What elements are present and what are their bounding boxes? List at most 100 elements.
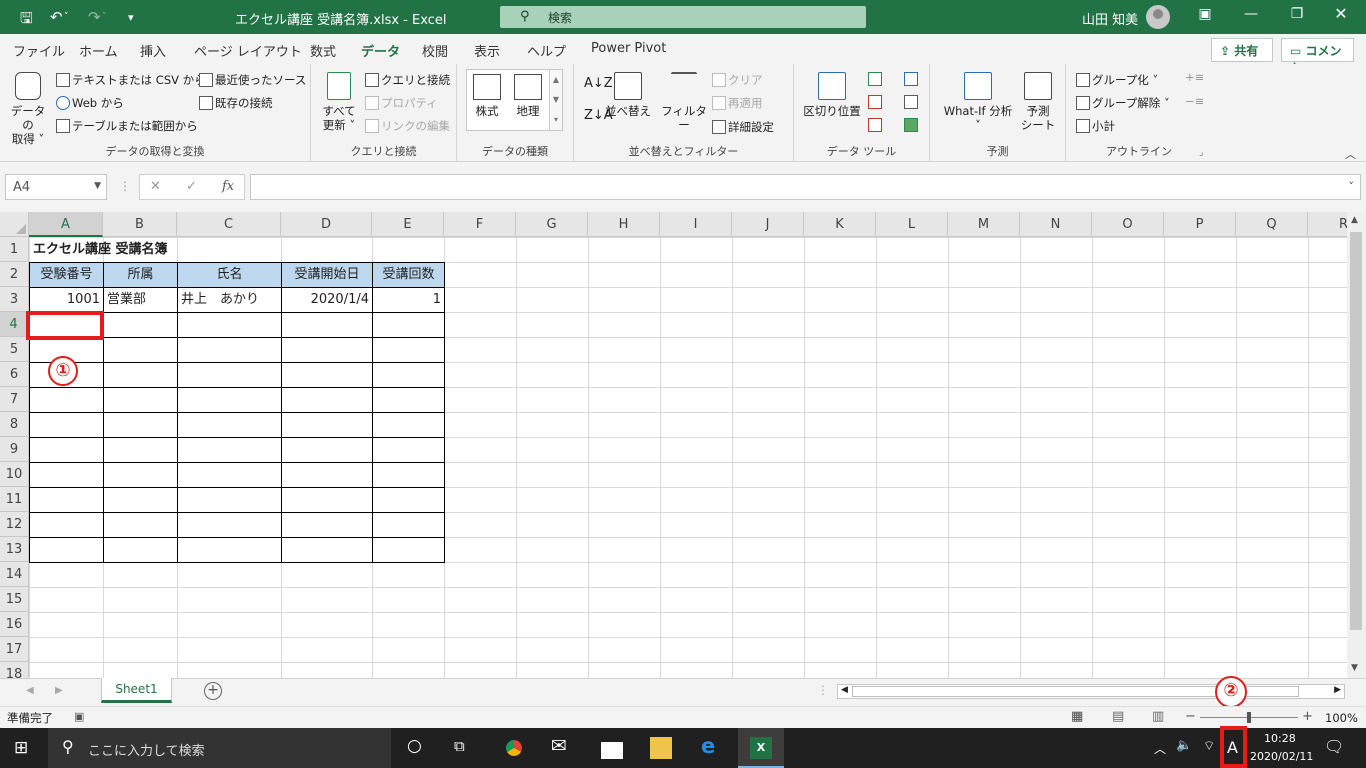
cell-e13[interactable] [372,537,445,563]
customize-qat-icon[interactable]: ▾ [128,11,134,24]
tab-power-pivot[interactable]: Power Pivot [591,41,666,56]
insert-function-icon[interactable]: fx [222,179,234,194]
add-sheet-icon[interactable]: + [204,682,222,700]
row-header-12[interactable]: 12 [0,512,29,537]
mail-icon[interactable]: ✉ [551,735,567,757]
relationships-icon[interactable] [904,95,918,109]
cell-b9[interactable] [103,437,178,463]
row-header-9[interactable]: 9 [0,437,29,462]
column-header-d[interactable]: D [281,212,372,237]
row-header-14[interactable]: 14 [0,562,29,587]
cell-b10[interactable] [103,462,178,488]
cell-a9[interactable] [29,437,104,463]
notifications-icon[interactable]: 🗨 [1324,737,1344,756]
page-layout-view-icon[interactable]: ▤ [1112,709,1124,724]
cell-e6[interactable] [372,362,445,388]
edge-icon[interactable]: e [701,734,715,758]
cell-c4[interactable] [177,312,282,338]
cell-d4[interactable] [281,312,373,338]
tab-help[interactable]: ヘルプ [527,41,566,60]
cell-a10[interactable] [29,462,104,488]
collapse-ribbon-icon[interactable]: ︿ [1345,146,1356,162]
comments-button[interactable]: ▭ コメント [1281,38,1354,75]
cell-c5[interactable] [177,337,282,363]
cell-c12[interactable] [177,512,282,538]
cell-d12[interactable] [281,512,373,538]
name-box[interactable]: A4 ▼ [5,174,107,200]
flash-fill-icon[interactable] [868,72,882,86]
forecast-sheet-button[interactable]: 予測 シート [1018,72,1058,132]
column-header-r[interactable]: R [1308,212,1347,237]
group-button[interactable]: グループ化 ˅ [1076,72,1158,88]
cell-e10[interactable] [372,462,445,488]
tab-insert[interactable]: 挿入 [140,41,166,60]
cell-d11[interactable] [281,487,373,513]
column-header-g[interactable]: G [516,212,588,237]
cell-b11[interactable] [103,487,178,513]
undo-dropdown-icon[interactable]: ˅ [64,12,69,22]
row-header-3[interactable]: 3 [0,287,29,312]
sheet-tab-sheet1[interactable]: Sheet1 [101,678,172,703]
stocks-button[interactable]: 株式 [469,74,505,118]
row-header-7[interactable]: 7 [0,387,29,412]
wifi-icon[interactable]: ⌔ [1203,738,1215,754]
queries-connections-button[interactable]: クエリと接続 [365,72,450,88]
cell-b5[interactable] [103,337,178,363]
sort-button[interactable]: 並べ替え [605,72,651,118]
column-header-o[interactable]: O [1092,212,1164,237]
column-header-h[interactable]: H [588,212,660,237]
recent-sources-button[interactable]: 最近使ったソース [199,72,306,88]
cell-d7[interactable] [281,387,373,413]
column-header-l[interactable]: L [876,212,948,237]
ime-mode-indicator[interactable]: A [1227,738,1238,757]
show-hidden-icons-icon[interactable]: ︿ [1154,740,1166,757]
row-header-4[interactable]: 4 [0,312,29,337]
column-header-f[interactable]: F [444,212,516,237]
prev-sheet-icon[interactable]: ◀ [26,685,34,696]
cell-d3[interactable]: 2020/1/4 [281,287,373,313]
cell-a1-title[interactable]: エクセル講座 受講名簿 [30,238,280,262]
geography-button[interactable]: 地理 [510,74,546,118]
cell-c6[interactable] [177,362,282,388]
zoom-level[interactable]: 100% [1325,711,1358,725]
get-data-button[interactable]: データの 取得 ˅ [6,72,50,146]
taskbar-search[interactable]: ⚲ ここに入力して検索 [48,728,391,768]
file-explorer-icon[interactable] [650,737,672,759]
tab-formulas[interactable]: 数式 [310,41,336,60]
cell-d13[interactable] [281,537,373,563]
cell-e3[interactable]: 1 [372,287,445,313]
tab-split-grip-icon[interactable]: ⋮ [817,683,829,697]
row-header-2[interactable]: 2 [0,262,29,287]
cell-e2[interactable]: 受講回数 [372,262,445,288]
row-header-10[interactable]: 10 [0,462,29,487]
cell-c9[interactable] [177,437,282,463]
cell-d2[interactable]: 受講開始日 [281,262,373,288]
row-header-15[interactable]: 15 [0,587,29,612]
cell-a2[interactable]: 受験番号 [29,262,104,288]
data-validation-icon[interactable] [868,118,882,132]
cell-d10[interactable] [281,462,373,488]
maximize-icon[interactable]: ❐ [1282,6,1312,22]
cell-c3[interactable]: 井上 あかり [177,287,282,313]
dialog-launcher-icon[interactable]: ⌟ [1199,148,1203,158]
tab-view[interactable]: 表示 [474,41,500,60]
cell-e9[interactable] [372,437,445,463]
save-icon[interactable]: 🖫 [20,8,33,33]
cell-e8[interactable] [372,412,445,438]
consolidate-icon[interactable] [904,72,918,86]
row-header-16[interactable]: 16 [0,612,29,637]
undo-icon[interactable]: ↶ [50,8,63,26]
column-header-c[interactable]: C [177,212,281,237]
column-header-q[interactable]: Q [1236,212,1308,237]
cell-c11[interactable] [177,487,282,513]
column-header-k[interactable]: K [804,212,876,237]
cell-d5[interactable] [281,337,373,363]
search-box[interactable]: ⚲ 検索 [500,6,866,28]
ribbon-display-icon[interactable]: ▣ [1190,6,1220,22]
column-header-n[interactable]: N [1020,212,1092,237]
zoom-out-icon[interactable]: − [1185,709,1196,724]
cell-b3[interactable]: 営業部 [103,287,178,313]
tab-file[interactable]: ファイル [13,41,65,60]
cell-e4[interactable] [372,312,445,338]
cell-a12[interactable] [29,512,104,538]
